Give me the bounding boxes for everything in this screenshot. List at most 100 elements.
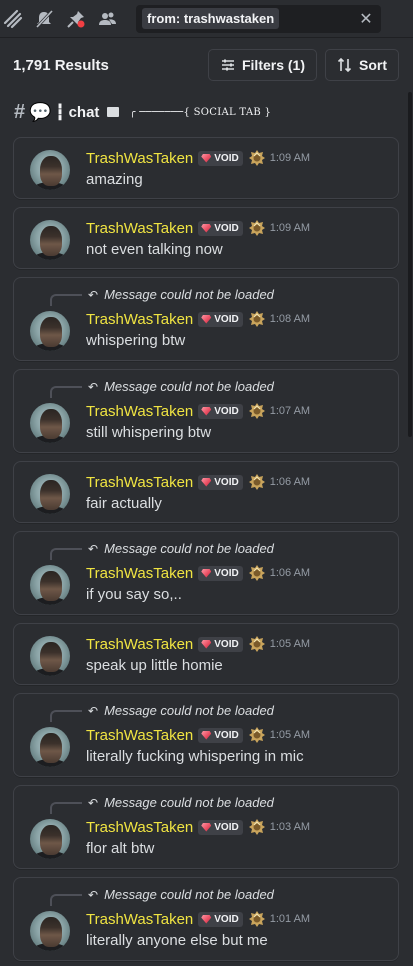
timestamp[interactable]: 1:08 AM — [270, 313, 310, 325]
mute-bell-icon[interactable] — [30, 5, 58, 33]
rank-badge-icon[interactable] — [248, 726, 266, 744]
message-content: literally fucking whispering in mic — [86, 748, 304, 765]
gem-icon — [201, 914, 212, 924]
avatar[interactable] — [30, 727, 70, 767]
avatar[interactable] — [30, 565, 70, 605]
sort-label: Sort — [359, 57, 387, 73]
reply-preview[interactable]: ↶ Message could not be loaded — [88, 379, 274, 394]
message-card[interactable]: TrashWasTaken VOID 1:09 AM not even talking… — [13, 207, 399, 269]
username[interactable]: TrashWasTaken — [86, 565, 193, 582]
timestamp[interactable]: 1:05 AM — [270, 638, 310, 650]
message-card[interactable]: ↶ Message could not be loaded TrashWasTake… — [13, 693, 399, 777]
timestamp[interactable]: 1:01 AM — [270, 913, 310, 925]
message-card[interactable]: ↶ Message could not be loaded TrashWasTake… — [13, 785, 399, 869]
rank-badge-icon[interactable] — [248, 564, 266, 582]
timestamp[interactable]: 1:07 AM — [270, 405, 310, 417]
username[interactable]: TrashWasTaken — [86, 403, 193, 420]
gem-icon — [201, 822, 212, 832]
pin-icon[interactable] — [62, 5, 90, 33]
server-tag[interactable]: VOID — [198, 727, 243, 743]
timestamp[interactable]: 1:09 AM — [270, 222, 310, 234]
avatar[interactable] — [30, 220, 70, 260]
server-tag[interactable]: VOID — [198, 911, 243, 927]
message-card[interactable]: TrashWasTaken VOID 1:06 AM fair actually — [13, 461, 399, 523]
reply-preview[interactable]: ↶ Message could not be loaded — [88, 795, 274, 810]
avatar[interactable] — [30, 819, 70, 859]
hash-icon: # — [14, 100, 26, 123]
avatar-face — [40, 733, 62, 763]
avatar[interactable] — [30, 311, 70, 351]
rank-badge-icon[interactable] — [248, 910, 266, 928]
server-tag[interactable]: VOID — [198, 220, 243, 236]
rank-badge-icon[interactable] — [248, 310, 266, 328]
message-content: still whispering btw — [86, 424, 212, 441]
message-card[interactable]: ↶ Message could not be loaded TrashWasTake… — [13, 531, 399, 615]
search-query-chip[interactable]: from: trashwastaken — [142, 8, 280, 29]
timestamp[interactable]: 1:06 AM — [270, 567, 310, 579]
avatar[interactable] — [30, 403, 70, 443]
rank-badge-icon[interactable] — [248, 402, 266, 420]
username[interactable]: TrashWasTaken — [86, 911, 193, 928]
avatar[interactable] — [30, 636, 70, 676]
username[interactable]: TrashWasTaken — [86, 150, 193, 167]
timestamp[interactable]: 1:05 AM — [270, 729, 310, 741]
clear-search-icon[interactable]: ✕ — [357, 9, 375, 29]
threads-icon[interactable] — [0, 5, 26, 33]
reply-preview[interactable]: ↶ Message could not be loaded — [88, 887, 274, 902]
gem-icon — [201, 406, 212, 416]
avatar[interactable] — [30, 911, 70, 951]
username[interactable]: TrashWasTaken — [86, 819, 193, 836]
server-tag-label: VOID — [214, 821, 239, 833]
avatar-face — [40, 825, 62, 855]
reply-connector — [50, 710, 82, 722]
server-tag[interactable]: VOID — [198, 565, 243, 581]
server-tag[interactable]: VOID — [198, 819, 243, 835]
server-tag[interactable]: VOID — [198, 311, 243, 327]
rank-badge-icon[interactable] — [248, 635, 266, 653]
reply-preview[interactable]: ↶ Message could not be loaded — [88, 703, 274, 718]
reply-arrow-icon: ↶ — [88, 542, 99, 556]
message-content: speak up little homie — [86, 657, 223, 674]
message-card[interactable]: ↶ Message could not be loaded TrashWasTake… — [13, 369, 399, 453]
avatar-face — [40, 317, 62, 347]
gem-icon — [201, 730, 212, 740]
message-card[interactable]: TrashWasTaken VOID 1:09 AM amazing — [13, 137, 399, 199]
members-icon[interactable] — [94, 5, 122, 33]
timestamp[interactable]: 1:03 AM — [270, 821, 310, 833]
rank-badge-icon[interactable] — [248, 473, 266, 491]
username[interactable]: TrashWasTaken — [86, 311, 193, 328]
username[interactable]: TrashWasTaken — [86, 636, 193, 653]
avatar[interactable] — [30, 150, 70, 190]
gem-icon — [201, 153, 212, 163]
server-tag[interactable]: VOID — [198, 150, 243, 166]
rank-badge-icon[interactable] — [248, 219, 266, 237]
username[interactable]: TrashWasTaken — [86, 727, 193, 744]
message-card[interactable]: TrashWasTaken VOID 1:05 AM speak up little … — [13, 623, 399, 685]
server-tag-label: VOID — [214, 222, 239, 234]
timestamp[interactable]: 1:06 AM — [270, 476, 310, 488]
avatar[interactable] — [30, 474, 70, 514]
channel-header[interactable]: # 💬 ┇ chat ╭ ───────{ SOCIAL TAB } — [0, 92, 413, 132]
timestamp[interactable]: 1:09 AM — [270, 152, 310, 164]
sort-arrows-icon — [337, 57, 352, 73]
reply-arrow-icon: ↶ — [88, 380, 99, 394]
search-input[interactable]: from: trashwastaken ✕ — [136, 4, 381, 33]
gem-icon — [201, 477, 212, 487]
filters-button[interactable]: Filters (1) — [207, 49, 317, 81]
username[interactable]: TrashWasTaken — [86, 474, 193, 491]
server-tag-label: VOID — [214, 567, 239, 579]
rank-badge-icon[interactable] — [248, 149, 266, 167]
avatar-face — [40, 917, 62, 947]
server-tag[interactable]: VOID — [198, 403, 243, 419]
server-tag-label: VOID — [214, 729, 239, 741]
reply-preview[interactable]: ↶ Message could not be loaded — [88, 287, 274, 302]
reply-preview[interactable]: ↶ Message could not be loaded — [88, 541, 274, 556]
reply-arrow-icon: ↶ — [88, 288, 99, 302]
server-tag[interactable]: VOID — [198, 636, 243, 652]
username[interactable]: TrashWasTaken — [86, 220, 193, 237]
message-card[interactable]: ↶ Message could not be loaded TrashWasTake… — [13, 877, 399, 961]
message-card[interactable]: ↶ Message could not be loaded TrashWasTake… — [13, 277, 399, 361]
sort-button[interactable]: Sort — [325, 49, 399, 81]
rank-badge-icon[interactable] — [248, 818, 266, 836]
server-tag[interactable]: VOID — [198, 474, 243, 490]
